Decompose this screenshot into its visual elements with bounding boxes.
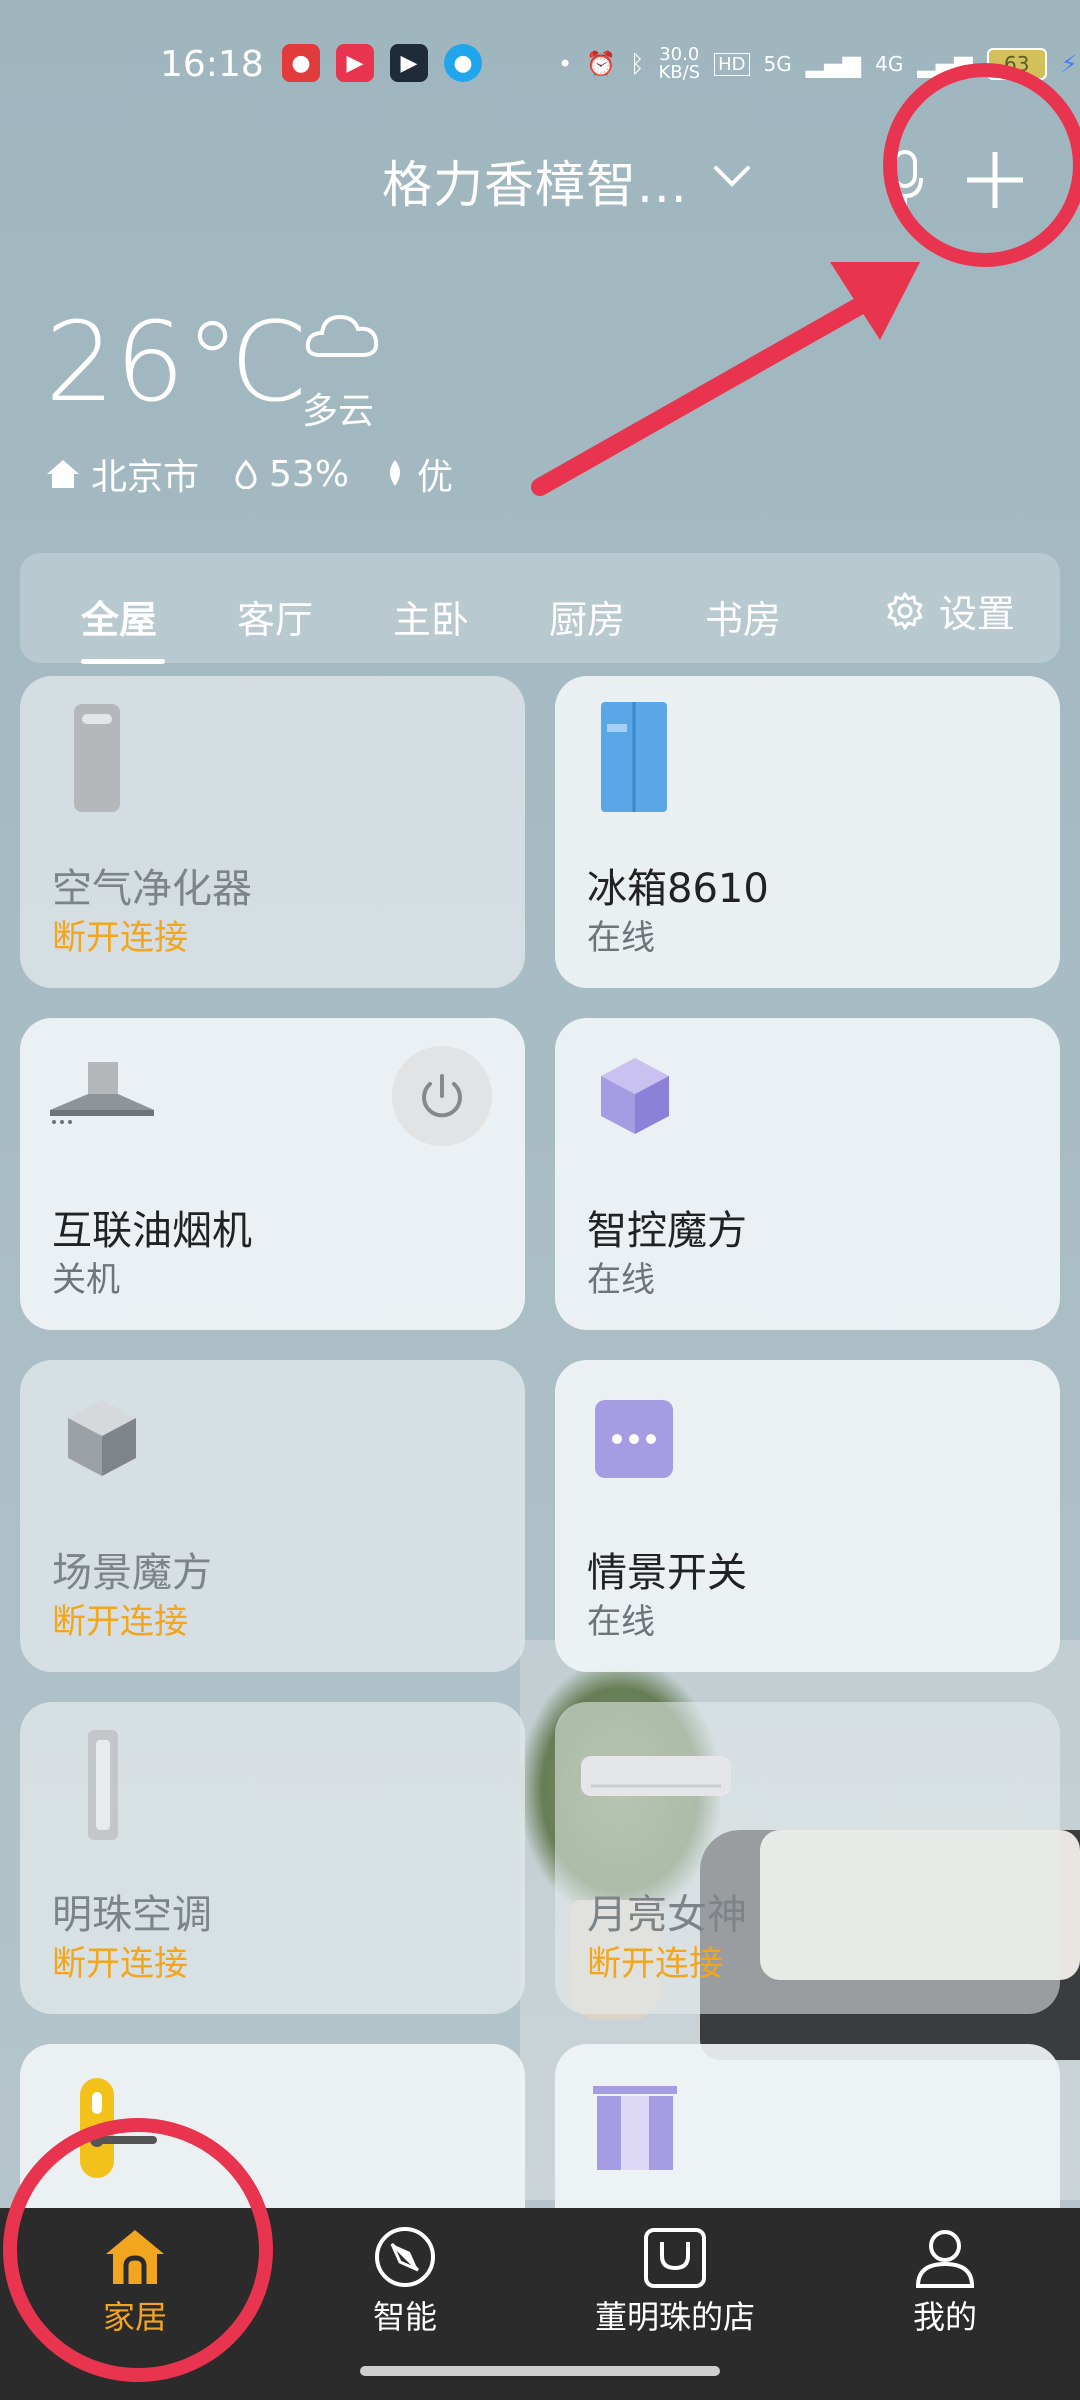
qq-app-icon: ● — [444, 44, 482, 82]
cloud-icon — [305, 314, 379, 357]
range-hood-icon — [50, 1062, 154, 1124]
signal-5g: 5G — [763, 52, 792, 76]
tab-whole-house[interactable]: 全屋 — [81, 589, 157, 644]
device-card-smart-cube[interactable]: 智控魔方 在线 — [555, 1018, 1060, 1330]
air-quality-leaf-icon — [390, 460, 401, 486]
signal-bars-icon: ▂▄▆ — [805, 50, 862, 78]
shopping-bag-icon — [644, 2228, 706, 2288]
city: 北京市 — [91, 457, 200, 498]
device-name: 互联油烟机 — [52, 1208, 252, 1254]
chevron-down-icon[interactable] — [712, 160, 752, 190]
air-quality: 优 — [417, 457, 454, 498]
device-status: 在线 — [587, 1602, 655, 1642]
home-indicator[interactable] — [360, 2366, 720, 2376]
device-card-fridge[interactable]: 冰箱8610 在线 — [555, 676, 1060, 988]
nav-mine[interactable]: 我的 — [845, 2216, 1045, 2338]
nav-smart[interactable]: 智能 — [305, 2216, 505, 2338]
alarm-icon: ⏰ — [586, 50, 617, 78]
gear-icon — [887, 592, 923, 629]
device-name: 情景开关 — [587, 1550, 747, 1596]
humidity-icon — [235, 459, 257, 489]
room-tabs: 全屋 客厅 主卧 厨房 书房 设置 — [20, 553, 1060, 664]
device-name: 场景魔方 — [52, 1550, 212, 1596]
wall-ac-icon — [581, 1756, 731, 1796]
network-speed: 30.0 KB/S — [658, 44, 701, 83]
tab-master-bedroom[interactable]: 主卧 — [393, 589, 469, 644]
battery-icon: 63 — [986, 48, 1047, 80]
hd-icon: HD — [714, 52, 750, 76]
device-name: 明珠空调 — [52, 1892, 212, 1938]
signal-4g: 4G — [875, 52, 904, 76]
bluetooth-icon: ᛒ — [630, 50, 645, 78]
dot-icon: • — [558, 50, 573, 78]
power-icon — [422, 1074, 462, 1118]
device-card-range-hood[interactable]: 互联油烟机 关机 — [20, 1018, 525, 1330]
device-status: 在线 — [587, 918, 655, 958]
device-status: 断开连接 — [587, 1944, 723, 1984]
device-card-moon-goddess[interactable]: 月亮女神 断开连接 — [555, 1702, 1060, 2014]
cube-icon — [601, 1058, 669, 1134]
home-selector-title[interactable]: 格力香樟智... — [382, 145, 688, 217]
device-name: 月亮女神 — [587, 1892, 747, 1938]
device-card-air-conditioner[interactable]: 明珠空调 断开连接 — [20, 1702, 525, 2014]
air-purifier-icon — [74, 704, 120, 812]
device-card-air-purifier[interactable]: 空气净化器 断开连接 — [20, 676, 525, 988]
tower-ac-icon — [88, 1730, 118, 1840]
nav-home-label: 家居 — [102, 2298, 167, 2336]
device-name: 空气净化器 — [52, 866, 252, 912]
user-icon — [915, 2230, 975, 2288]
nav-store[interactable]: 董明珠的店 — [575, 2216, 775, 2338]
charging-icon: ⚡ — [1060, 50, 1078, 78]
settings-button[interactable]: 设置 — [885, 583, 1015, 638]
device-card-scene-cube[interactable]: 场景魔方 断开连接 — [20, 1360, 525, 1672]
nav-home[interactable]: 家居 — [35, 2216, 235, 2338]
curtain-icon — [593, 2086, 677, 2170]
video-app-icon: ▶ — [336, 44, 374, 82]
device-name: 智控魔方 — [587, 1208, 747, 1254]
device-name: 冰箱8610 — [587, 866, 769, 912]
nav-mine-label: 我的 — [912, 2298, 977, 2336]
cube-icon — [68, 1400, 136, 1476]
microphone-icon[interactable] — [885, 148, 925, 208]
door-lock-icon — [80, 2078, 157, 2178]
device-status: 断开连接 — [52, 918, 188, 958]
tab-study[interactable]: 书房 — [705, 589, 781, 644]
settings-label: 设置 — [939, 592, 1016, 636]
humidity: 53% — [269, 453, 350, 495]
device-status: 断开连接 — [52, 1602, 188, 1642]
map-app-icon: ● — [282, 44, 320, 82]
notification-icons: ● ▶ ▶ ● — [282, 44, 482, 82]
nav-store-label: 董明珠的店 — [594, 2298, 755, 2336]
power-button[interactable] — [392, 1046, 492, 1146]
home-icon — [106, 2230, 164, 2284]
compass-icon — [375, 2227, 435, 2287]
home-location-icon — [47, 460, 79, 488]
device-status: 关机 — [52, 1260, 120, 1300]
weather-details: 北京市 53% 优 — [45, 448, 453, 500]
weather-condition: 多云 — [302, 391, 375, 432]
nav-smart-label: 智能 — [372, 2298, 437, 2336]
device-status: 在线 — [587, 1260, 655, 1300]
status-right: • ⏰ ᛒ 30.0 KB/S HD 5G ▂▄▆ 4G ▂▄▆ 63 ⚡ — [558, 46, 1078, 82]
scene-switch-icon — [595, 1400, 673, 1478]
signal-bars-icon-2: ▂▄▆ — [917, 50, 973, 78]
status-bar: 16:18 ● ▶ ▶ ● • ⏰ ᛒ 30.0 KB/S HD 5G ▂▄▆ … — [0, 0, 1080, 135]
tab-kitchen[interactable]: 厨房 — [549, 589, 625, 644]
tv-app-icon: ▶ — [390, 44, 428, 82]
status-time: 16:18 — [160, 44, 264, 85]
add-device-button[interactable] — [955, 140, 1035, 220]
fridge-icon — [601, 702, 667, 812]
temperature: 26℃ — [45, 298, 309, 426]
tab-living-room[interactable]: 客厅 — [237, 589, 313, 644]
active-tab-indicator — [81, 659, 165, 664]
device-card-scene-switch[interactable]: 情景开关 在线 — [555, 1360, 1060, 1672]
device-status: 断开连接 — [52, 1944, 188, 1984]
